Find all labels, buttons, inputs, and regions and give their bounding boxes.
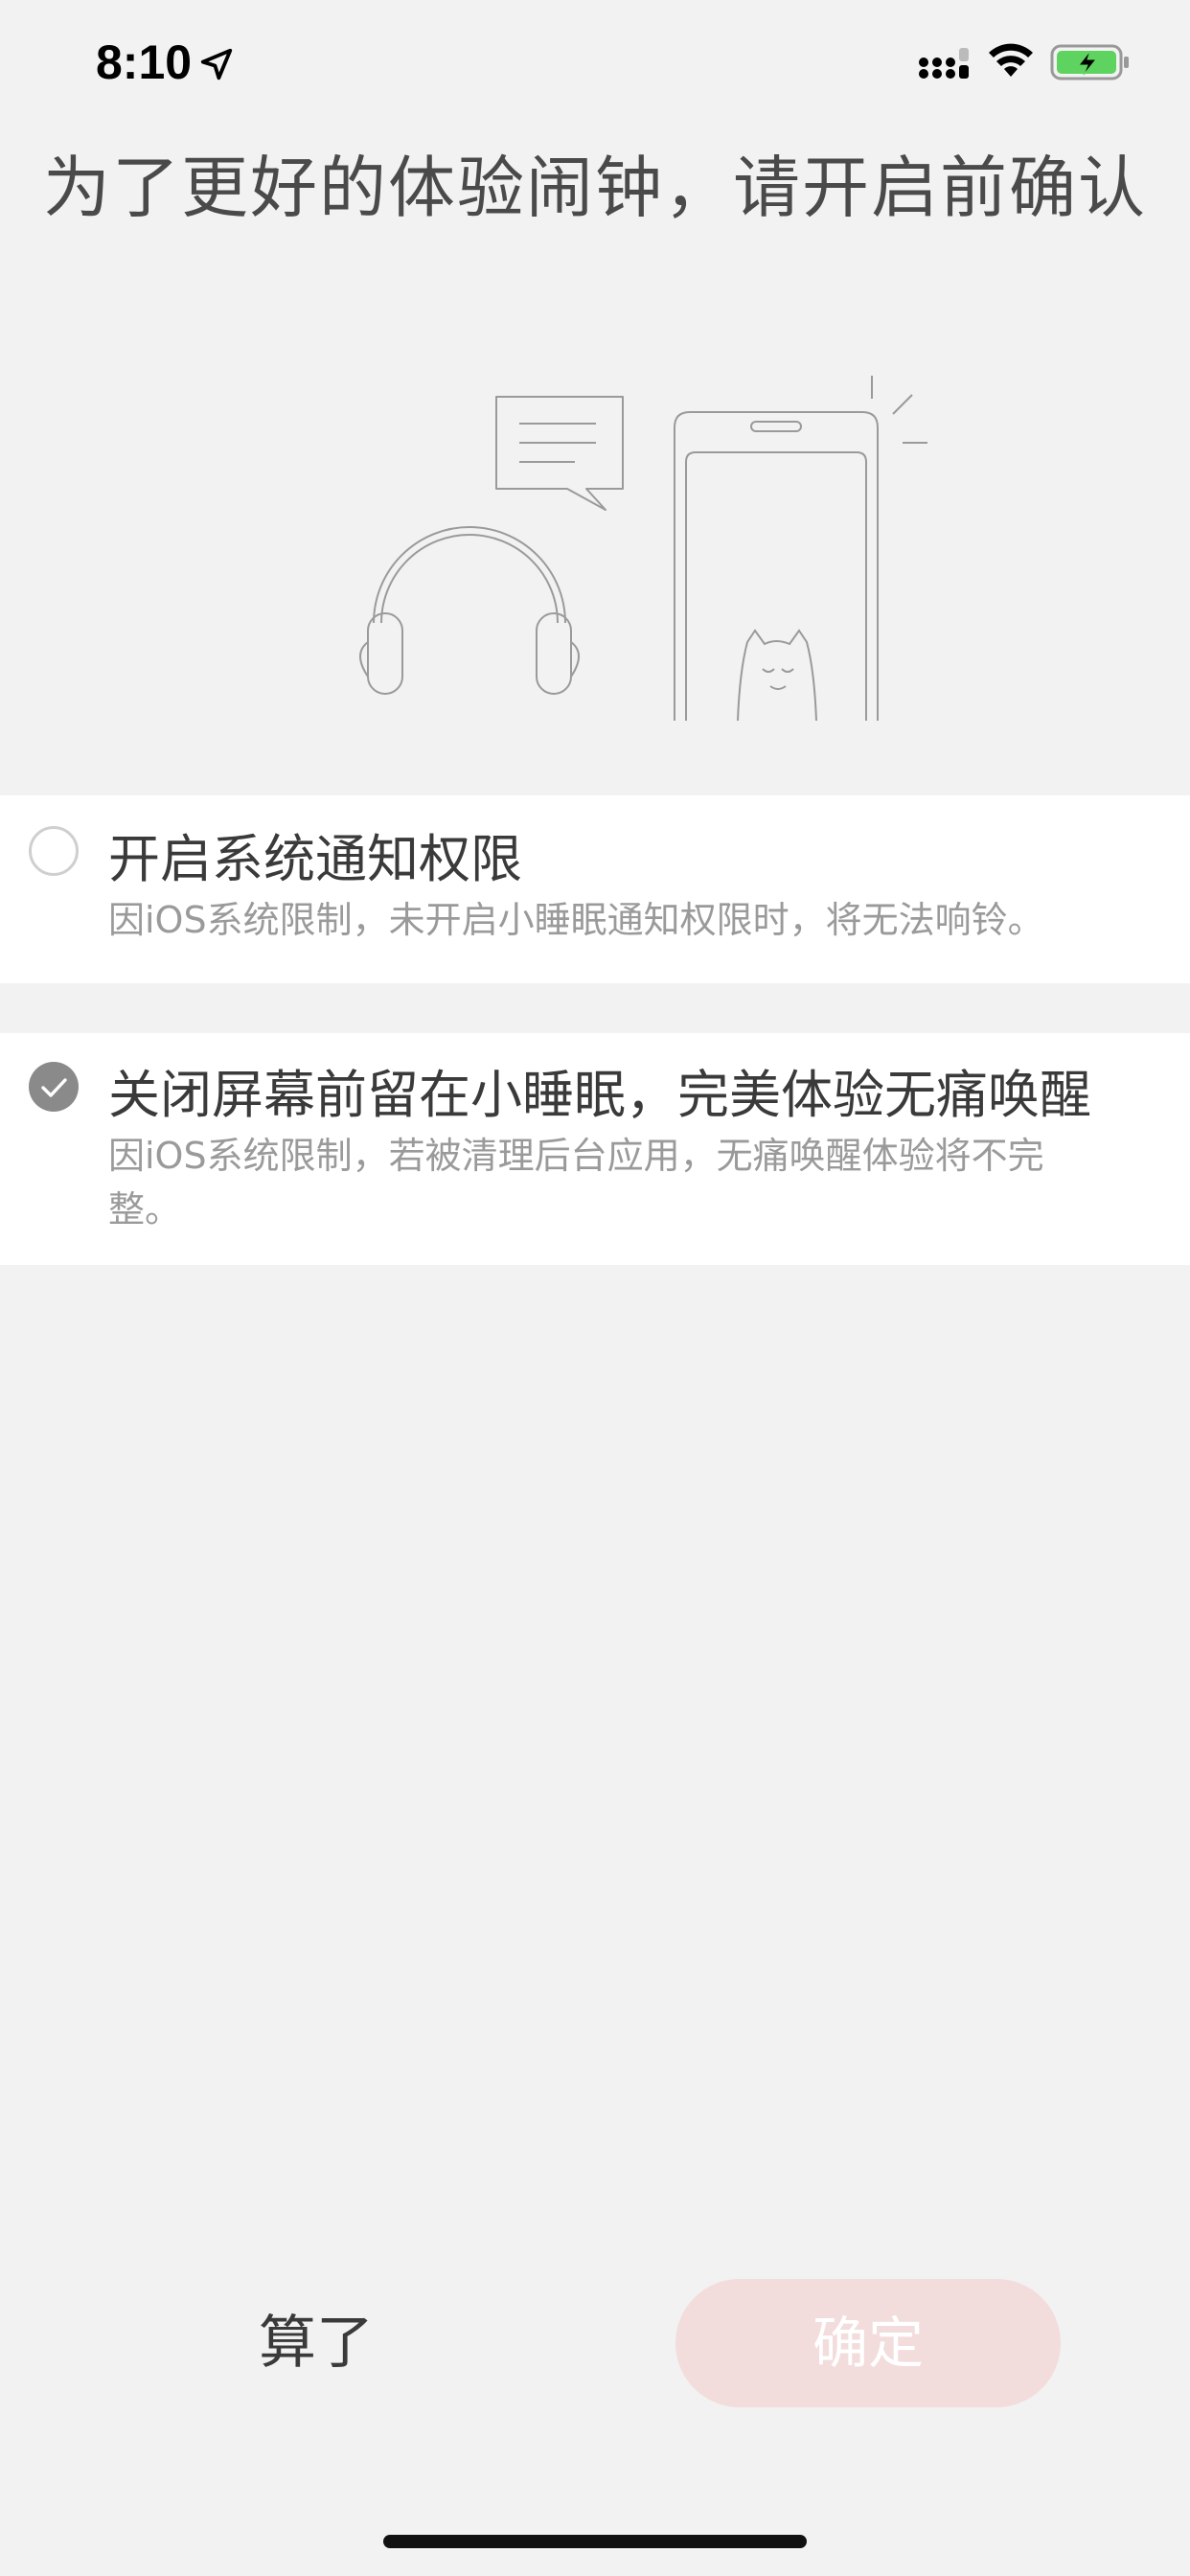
option-stay-in-app[interactable]: 关闭屏幕前留在小睡眠，完美体验无痛唤醒 因iOS系统限制，若被清理后台应用，无痛… [0,1033,1190,1265]
status-bar: 8:10 [0,0,1190,134]
cancel-button[interactable]: 算了 [172,2281,460,2405]
headphones-phone-illustration [359,376,927,722]
option-1-description: 因iOS系统限制，未开启小睡眠通知权限时，将无法响铃。 [108,899,1044,941]
cellular-signal-icon [919,48,969,79]
option-2-description: 因iOS系统限制，若被清理后台应用，无痛唤醒体验将不完整。 [108,1135,1044,1230]
home-indicator [383,2535,807,2548]
confirm-button[interactable]: 确定 [675,2279,1061,2407]
page-title: 为了更好的体验闹钟，请开启前确认 [43,149,1147,227]
option-notification-permission[interactable]: 开启系统通知权限 因iOS系统限制，未开启小睡眠通知权限时，将无法响铃。 [0,795,1190,983]
option-1-title: 开启系统通知权限 [108,829,522,889]
checkmark-icon [41,1078,67,1097]
status-time: 8:10 [96,35,193,89]
option-2-title: 关闭屏幕前留在小睡眠，完美体验无痛唤醒 [108,1065,1091,1125]
option-1-radio[interactable] [29,826,79,876]
location-arrow-icon [200,48,233,80]
alarm-permission-screen: 8:10 为了更好的体验闹钟，请开启前确认 开启系统通知权限 因iOS系统限制，… [0,0,1190,2576]
battery-charging-icon [1050,44,1129,80]
option-2-radio[interactable] [29,1062,79,1112]
wifi-icon [989,43,1033,77]
